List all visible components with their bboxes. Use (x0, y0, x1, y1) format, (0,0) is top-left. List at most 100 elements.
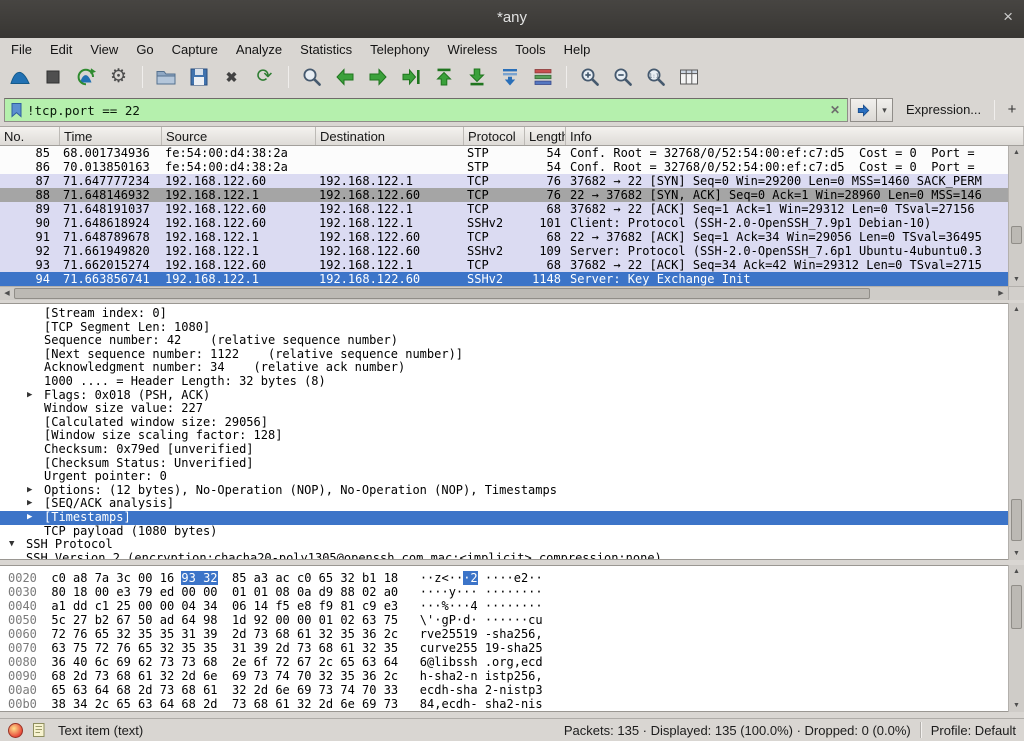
hex-row[interactable]: 00a0 65 63 64 68 2d 73 68 61 32 2d 6e 69… (8, 683, 1008, 697)
scroll-right-icon[interactable]: ▶ (994, 287, 1008, 300)
expander-icon[interactable]: ▶ (27, 511, 44, 525)
hex-vscrollbar[interactable]: ▲ ▼ (1008, 565, 1024, 712)
packet-row[interactable]: 9371.662015274192.168.122.60192.168.122.… (0, 258, 1008, 272)
detail-row[interactable]: Acknowledgment number: 34 (relative ack … (0, 361, 1008, 375)
detail-row[interactable]: [Calculated window size: 29056] (0, 416, 1008, 430)
packet-row[interactable]: 8971.648191037192.168.122.60192.168.122.… (0, 202, 1008, 216)
menu-go[interactable]: Go (127, 40, 162, 59)
column-header-length[interactable]: Length (525, 127, 566, 145)
detail-row[interactable]: ▼SSH Protocol (0, 538, 1008, 552)
scroll-down-icon[interactable]: ▼ (1009, 699, 1024, 712)
packet-row[interactable]: 8568.001734936fe:54:00:d4:38:2aSTP54Conf… (0, 146, 1008, 160)
packet-list-vscrollbar[interactable]: ▲ ▼ (1008, 146, 1024, 286)
scroll-up-icon[interactable]: ▲ (1009, 565, 1024, 578)
capture-restart-icon[interactable] (72, 64, 99, 90)
close-window-icon[interactable]: × (1003, 7, 1013, 27)
detail-row[interactable]: Urgent pointer: 0 (0, 470, 1008, 484)
scroll-down-icon[interactable]: ▼ (1009, 547, 1024, 560)
zoom-out-icon[interactable] (609, 64, 636, 90)
column-header-time[interactable]: Time (60, 127, 162, 145)
go-last-icon[interactable] (463, 64, 490, 90)
hex-row[interactable]: 0050 5c 27 b2 67 50 ad 64 98 1d 92 00 00… (8, 613, 1008, 627)
menu-wireless[interactable]: Wireless (438, 40, 506, 59)
menu-analyze[interactable]: Analyze (227, 40, 291, 59)
detail-row[interactable]: Window size value: 227 (0, 402, 1008, 416)
detail-row[interactable]: ▶[SEQ/ACK analysis] (0, 497, 1008, 511)
scroll-left-icon[interactable]: ◀ (0, 287, 14, 300)
expander-icon[interactable]: ▶ (27, 497, 44, 511)
bookmark-icon[interactable] (9, 102, 27, 119)
go-to-packet-icon[interactable] (397, 64, 424, 90)
scroll-down-icon[interactable]: ▼ (1009, 273, 1024, 286)
menu-view[interactable]: View (81, 40, 127, 59)
scroll-up-icon[interactable]: ▲ (1009, 303, 1024, 316)
expander-icon[interactable]: ▶ (27, 484, 44, 498)
column-header-destination[interactable]: Destination (316, 127, 464, 145)
packet-list-scroll-thumb[interactable] (1011, 226, 1022, 244)
expander-icon[interactable]: ▼ (9, 538, 26, 552)
packet-row[interactable]: 8771.647777234192.168.122.60192.168.122.… (0, 174, 1008, 188)
packet-row[interactable]: 9271.661949820192.168.122.1192.168.122.6… (0, 244, 1008, 258)
find-packet-icon[interactable] (298, 64, 325, 90)
open-file-icon[interactable] (152, 64, 179, 90)
expert-info-icon[interactable] (8, 723, 23, 738)
capture-options-icon[interactable]: ⚙ (105, 64, 132, 90)
resize-columns-icon[interactable] (675, 64, 702, 90)
colorize-icon[interactable] (529, 64, 556, 90)
hex-row[interactable]: 0030 80 18 00 e3 79 ed 00 00 01 01 08 0a… (8, 585, 1008, 599)
zoom-original-icon[interactable]: 1:1 (642, 64, 669, 90)
detail-row[interactable]: [TCP Segment Len: 1080] (0, 321, 1008, 335)
packet-row[interactable]: 9171.648789678192.168.122.1192.168.122.6… (0, 230, 1008, 244)
column-header-info[interactable]: Info (566, 127, 1024, 145)
hscroll-thumb[interactable] (14, 288, 870, 299)
menu-edit[interactable]: Edit (41, 40, 81, 59)
reload-icon[interactable]: ⟳ (251, 64, 278, 90)
expander-icon[interactable]: ▶ (27, 389, 44, 403)
column-header-no[interactable]: No. (0, 127, 60, 145)
auto-scroll-icon[interactable] (496, 64, 523, 90)
detail-row[interactable]: 1000 .... = Header Length: 32 bytes (8) (0, 375, 1008, 389)
menu-file[interactable]: File (2, 40, 41, 59)
menu-telephony[interactable]: Telephony (361, 40, 438, 59)
hex-row[interactable]: 0070 63 75 72 76 65 32 35 35 31 39 2d 73… (8, 641, 1008, 655)
go-first-icon[interactable] (430, 64, 457, 90)
packet-row[interactable]: 8871.648146932192.168.122.1192.168.122.6… (0, 188, 1008, 202)
packet-list-hscrollbar[interactable]: ◀ ▶ (0, 286, 1008, 300)
filter-input-field[interactable]: ✕ (4, 98, 848, 122)
menu-capture[interactable]: Capture (163, 40, 227, 59)
detail-row[interactable]: Sequence number: 42 (relative sequence n… (0, 334, 1008, 348)
menu-tools[interactable]: Tools (506, 40, 554, 59)
hex-row[interactable]: 0060 72 76 65 32 35 35 31 39 2d 73 68 61… (8, 627, 1008, 641)
hex-row[interactable]: 0080 36 40 6c 69 62 73 73 68 2e 6f 72 67… (8, 655, 1008, 669)
detail-row[interactable]: Checksum: 0x79ed [unverified] (0, 443, 1008, 457)
hex-row[interactable]: 00b0 38 34 2c 65 63 64 68 2d 73 68 61 32… (8, 697, 1008, 711)
capture-comment-icon[interactable] (32, 722, 48, 738)
hex-scroll-thumb[interactable] (1011, 585, 1022, 629)
details-scroll-thumb[interactable] (1011, 499, 1022, 541)
detail-row[interactable]: ▶[Timestamps] (0, 511, 1008, 525)
filter-history-caret[interactable]: ▾ (877, 98, 893, 122)
detail-row[interactable]: TCP payload (1080 bytes) (0, 525, 1008, 539)
zoom-in-icon[interactable] (576, 64, 603, 90)
packet-row[interactable]: 9071.648618924192.168.122.60192.168.122.… (0, 216, 1008, 230)
profile-label[interactable]: Profile: Default (931, 723, 1016, 738)
capture-stop-icon[interactable] (39, 64, 66, 90)
scroll-up-icon[interactable]: ▲ (1009, 146, 1024, 159)
save-file-icon[interactable] (185, 64, 212, 90)
close-file-icon[interactable]: ✖ (218, 64, 245, 90)
menu-statistics[interactable]: Statistics (291, 40, 361, 59)
detail-row[interactable]: ▶Options: (12 bytes), No-Operation (NOP)… (0, 484, 1008, 498)
packet-row[interactable]: 9471.663856741192.168.122.1192.168.122.6… (0, 272, 1008, 286)
detail-row[interactable]: [Window size scaling factor: 128] (0, 429, 1008, 443)
title-bar[interactable]: *any × (0, 0, 1024, 38)
detail-row[interactable]: [Stream index: 0] (0, 307, 1008, 321)
detail-row[interactable]: SSH Version 2 (encryption:chacha20-poly1… (0, 552, 1008, 560)
menu-help[interactable]: Help (555, 40, 600, 59)
go-back-icon[interactable] (331, 64, 358, 90)
capture-start-icon[interactable] (6, 64, 33, 90)
hex-row[interactable]: 0090 68 2d 73 68 61 32 2d 6e 69 73 74 70… (8, 669, 1008, 683)
clear-filter-icon[interactable]: ✕ (827, 103, 843, 117)
hex-row[interactable]: 0020 c0 a8 7a 3c 00 16 93 32 85 a3 ac c0… (8, 571, 1008, 585)
add-filter-button[interactable]: + (1003, 100, 1021, 120)
apply-filter-button[interactable] (850, 98, 877, 122)
